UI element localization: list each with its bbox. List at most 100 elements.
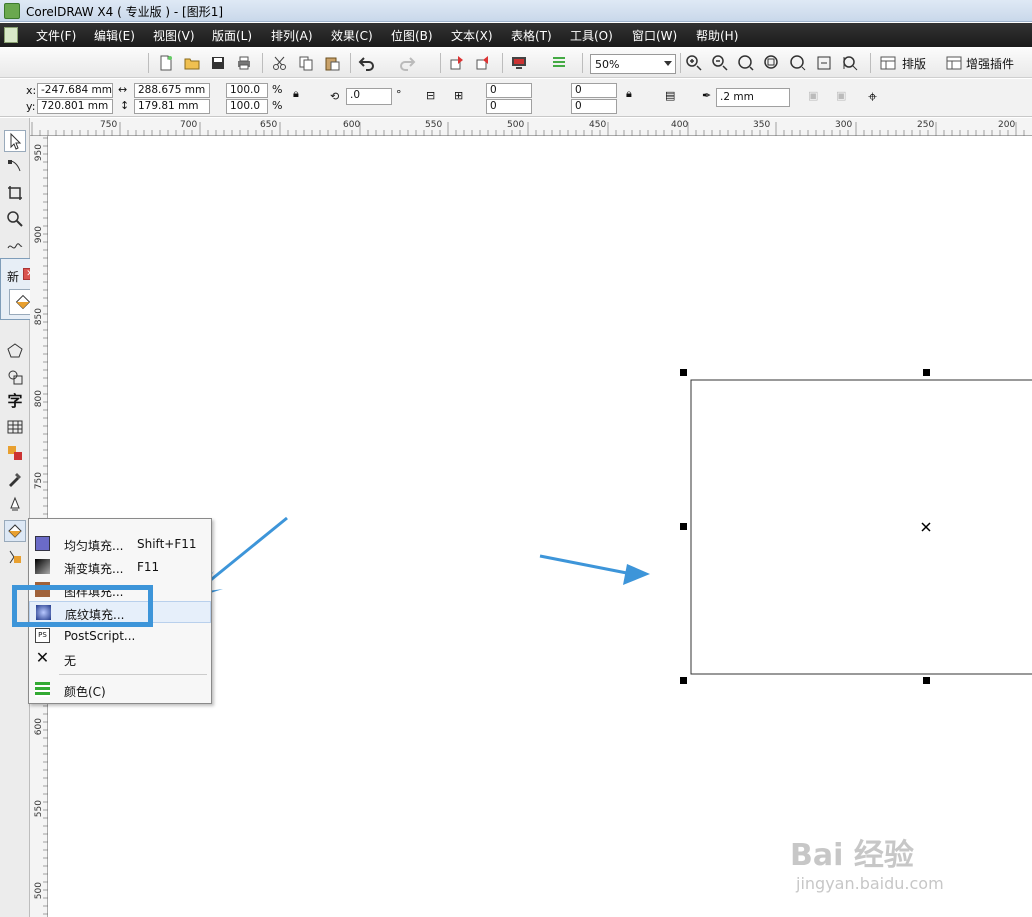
ruler-label: 250	[917, 120, 935, 130]
menu-item-label: 无	[64, 654, 77, 668]
ruler-label: 600	[343, 120, 361, 130]
welcome-screen-icon[interactable]	[550, 54, 568, 72]
save-icon[interactable]	[209, 54, 227, 72]
corner-bottom-left-field[interactable]: 0	[486, 99, 532, 114]
standard-toolbar	[0, 48, 1032, 78]
scale-y-field[interactable]: 100.0	[226, 99, 268, 114]
menu-item-label: 颜色(C)	[64, 685, 106, 699]
menu-tools[interactable]: 工具(O)	[570, 27, 613, 44]
window-title: CorelDRAW X4 ( 专业版 ) - [图形1]	[26, 5, 224, 19]
toolbar-separator	[262, 53, 263, 73]
outline-width-select[interactable]: .2 mm	[716, 88, 790, 107]
rotate-icon: ⟲	[330, 90, 340, 103]
zoom-page-height-icon[interactable]	[841, 54, 859, 72]
menu-window[interactable]: 窗口(W)	[632, 27, 677, 44]
redo-icon[interactable]	[398, 54, 416, 72]
horizontal-ruler[interactable]: 750 700 650 600 550 500 450 400 350 300 …	[30, 118, 1032, 136]
ruler-label: 500	[34, 882, 44, 900]
layout-icon[interactable]	[879, 54, 897, 72]
menu-layout[interactable]: 版面(L)	[212, 27, 252, 44]
y-position-field[interactable]: 720.801 mm	[37, 99, 113, 114]
annotation-arrow-right	[539, 554, 650, 585]
menu-text[interactable]: 文本(X)	[451, 27, 493, 44]
plugin-icon[interactable]	[945, 54, 963, 72]
menu-file[interactable]: 文件(F)	[36, 27, 76, 44]
menu-view[interactable]: 视图(V)	[153, 27, 195, 44]
interactive-blend-tool-icon[interactable]	[4, 442, 26, 464]
watermark-url: jingyan.baidu.com	[796, 874, 944, 893]
menu-item-fountain-fill[interactable]: 渐变填充... F11	[29, 556, 211, 578]
pick-tool-icon[interactable]	[4, 130, 26, 152]
title-bar: CorelDRAW X4 ( 专业版 ) - [图形1]	[0, 0, 1032, 22]
crop-tool-icon[interactable]	[4, 182, 26, 204]
x-position-field[interactable]: -247.684 mm	[37, 83, 113, 98]
zoom-all-objects-icon[interactable]	[763, 54, 781, 72]
selection-handles[interactable]	[680, 369, 930, 684]
eyedropper-tool-icon[interactable]	[4, 468, 26, 490]
zoom-page-width-icon[interactable]	[815, 54, 833, 72]
cut-icon[interactable]	[271, 54, 289, 72]
outline-pen-icon: ✒	[702, 89, 712, 102]
mirror-vertical-icon[interactable]: ⊞	[454, 89, 463, 102]
rotation-field[interactable]: .0	[346, 88, 392, 105]
text-tool-icon[interactable]: 字	[4, 389, 26, 411]
to-back-icon: ▣	[836, 89, 847, 102]
toolbar-separator	[680, 53, 681, 73]
menu-bitmaps[interactable]: 位图(B)	[391, 27, 433, 44]
paste-icon[interactable]	[323, 54, 341, 72]
zoom-in-icon[interactable]	[685, 54, 703, 72]
selected-rectangle[interactable]	[690, 379, 1032, 675]
export-icon[interactable]	[474, 54, 492, 72]
menu-item-postscript-fill[interactable]: PS PostScript...	[29, 625, 211, 647]
center-x-icon	[921, 522, 931, 532]
shape-tool-icon[interactable]	[4, 156, 26, 178]
freehand-tool-icon[interactable]	[4, 234, 26, 256]
zoom-out-icon[interactable]	[711, 54, 729, 72]
menu-item-uniform-fill[interactable]: 均匀填充... Shift+F11	[29, 533, 211, 555]
plugin-button[interactable]: 增强插件	[966, 55, 1014, 72]
convert-to-curves-icon[interactable]: ⌖	[868, 87, 877, 107]
menu-item-label: PostScript...	[64, 629, 136, 643]
corner-top-right-field[interactable]: 0	[571, 83, 617, 98]
zoom-page-icon[interactable]	[789, 54, 807, 72]
copy-icon[interactable]	[297, 54, 315, 72]
menu-edit[interactable]: 编辑(E)	[94, 27, 135, 44]
corner-top-left-field[interactable]: 0	[486, 83, 532, 98]
layout-button[interactable]: 排版	[902, 55, 926, 72]
interactive-fill-tool-icon[interactable]	[4, 546, 26, 568]
toolbar-separator	[582, 53, 583, 73]
import-icon[interactable]	[448, 54, 466, 72]
polygon-tool-icon[interactable]	[4, 340, 26, 362]
outline-tool-icon[interactable]	[4, 494, 26, 516]
wrap-text-icon[interactable]: ▤	[665, 89, 675, 102]
basic-shapes-tool-icon[interactable]	[4, 366, 26, 388]
zoom-level-select[interactable]: 50%	[590, 54, 676, 74]
menu-table[interactable]: 表格(T)	[511, 27, 552, 44]
lock-ratio-icon[interactable]: 🔒︎	[293, 87, 299, 101]
menu-item-no-fill[interactable]: ✕ 无	[29, 648, 211, 670]
ruler-label: 950	[34, 144, 44, 162]
application-launcher-icon[interactable]	[510, 54, 528, 72]
menu-effects[interactable]: 效果(C)	[331, 27, 373, 44]
corner-bottom-right-field[interactable]: 0	[571, 99, 617, 114]
round-corners-lock-icon[interactable]: 🔒︎	[626, 87, 632, 101]
zoom-selected-icon[interactable]	[737, 54, 755, 72]
menu-help[interactable]: 帮助(H)	[696, 27, 738, 44]
width-field[interactable]: 288.675 mm	[134, 83, 210, 98]
undo-icon[interactable]	[358, 54, 376, 72]
open-folder-icon[interactable]	[183, 54, 201, 72]
zoom-tool-icon[interactable]	[4, 208, 26, 230]
color-docker-icon	[35, 682, 50, 697]
new-document-icon[interactable]	[157, 54, 175, 72]
document-icon[interactable]	[4, 27, 18, 43]
mirror-horizontal-icon[interactable]: ⊟	[426, 89, 435, 102]
scale-x-field[interactable]: 100.0	[226, 83, 268, 98]
postscript-fill-icon: PS	[35, 628, 50, 643]
fill-tool-icon[interactable]	[4, 520, 26, 542]
table-tool-icon[interactable]	[4, 416, 26, 438]
degree-symbol: °	[396, 88, 402, 101]
print-icon[interactable]	[235, 54, 253, 72]
height-field[interactable]: 179.81 mm	[134, 99, 210, 114]
menu-item-color-docker[interactable]: 颜色(C)	[29, 679, 211, 701]
menu-arrange[interactable]: 排列(A)	[271, 27, 313, 44]
